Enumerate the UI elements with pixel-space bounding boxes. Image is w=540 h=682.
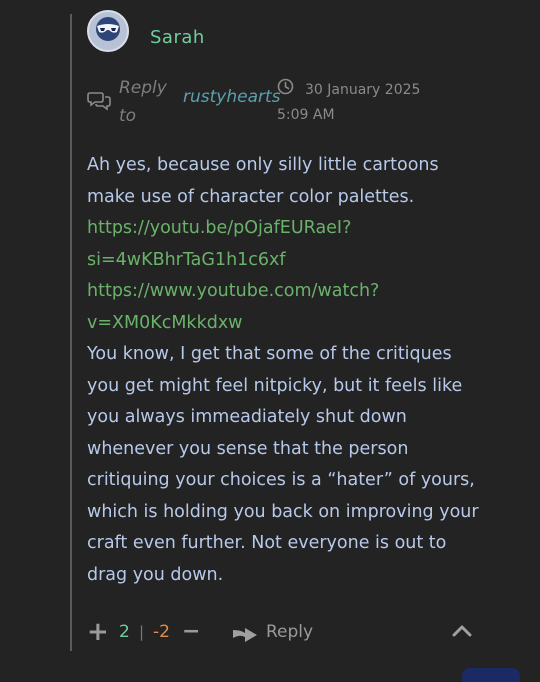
comment-actions: + 2 | -2 − Reply [87,618,487,648]
reply-arrow-icon[interactable] [232,624,258,644]
youtube-link-1[interactable]: https://youtu.be/pOjafEURaeI?si=4wKBhrTa… [87,213,487,276]
comment-paragraph: You know, I get that some of the critiqu… [87,344,479,585]
comment-intro: Ah yes, because only silly little cartoo… [87,155,439,207]
author-name[interactable]: Sarah [150,27,205,48]
reply-bubbles-icon [87,92,111,111]
chevron-up-icon[interactable] [451,622,473,638]
upvote-button[interactable]: + [87,618,109,646]
downvote-count: -2 [153,622,170,642]
corner-badge [462,668,520,682]
comment-meta: Reply to rustyhearts 30 January 2025 5:0… [87,74,487,130]
upvote-count: 2 [119,622,130,642]
reply-to-label: Reply to [119,78,167,126]
youtube-link-2[interactable]: https://www.youtube.com/watch?v=XM0KcMkk… [87,276,487,339]
downvote-button[interactable]: − [182,618,200,646]
avatar[interactable] [87,10,129,52]
reply-button[interactable]: Reply [266,618,313,646]
timestamp[interactable]: 30 January 2025 5:09 AM [277,78,452,128]
vote-separator: | [139,623,145,641]
comment-body: Ah yes, because only silly little cartoo… [87,150,487,591]
thread-line [70,14,72,651]
reply-target-link[interactable]: rustyhearts [183,87,281,107]
